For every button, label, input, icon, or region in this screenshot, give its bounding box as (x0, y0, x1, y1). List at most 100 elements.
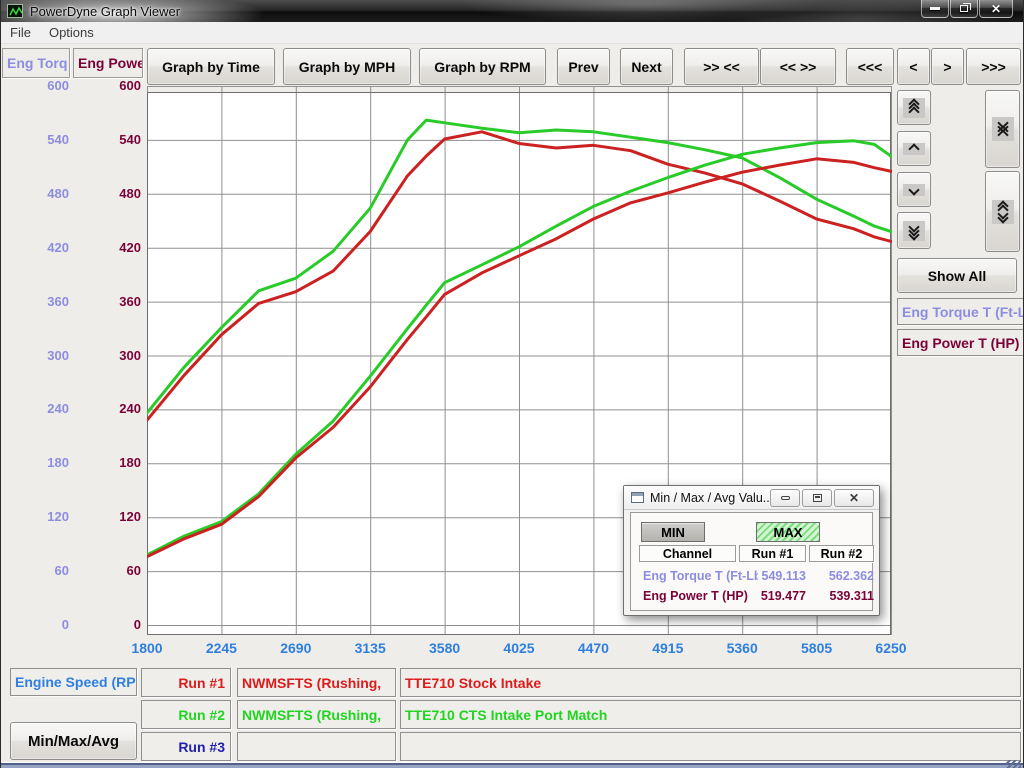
torque-channel-label[interactable]: Eng Torque T (Ft-Lbs) (897, 298, 1024, 325)
column-header-run1[interactable]: Run #1 (739, 545, 806, 562)
y-tick-torque-540: 540 (25, 132, 69, 148)
zoom-out-vertical-button[interactable] (985, 171, 1020, 252)
scale-down-fast-button[interactable] (897, 212, 931, 249)
max-toggle-button[interactable]: MAX (756, 522, 820, 542)
menu-file[interactable]: File (1, 25, 40, 40)
show-all-button[interactable]: Show All (897, 258, 1017, 293)
run-operator-field-1[interactable]: NWMSFTS (Rushing, (237, 668, 396, 697)
minmax-value-run1: 519.477 (739, 589, 806, 603)
scale-up-fast-button[interactable] (897, 90, 931, 125)
run-operator-field-3[interactable] (237, 732, 396, 761)
run-comment-field-2[interactable]: TTE710 CTS Intake Port Match (400, 700, 1021, 729)
x-tick-1800: 1800 (117, 640, 177, 656)
y-tick-torque-300: 300 (25, 348, 69, 364)
toolbar-button-[interactable]: >>> (966, 48, 1021, 85)
x-channel-field: Engine Speed (RPM) (10, 668, 137, 696)
y-tick-torque-120: 120 (25, 509, 69, 525)
x-tick-2690: 2690 (266, 640, 326, 656)
y-tick-torque-480: 480 (25, 186, 69, 202)
scale-down-button[interactable] (897, 172, 931, 207)
y-tick-power-240: 240 (97, 401, 141, 417)
menu-bar: File Options (1, 22, 1024, 44)
toolbar-button-[interactable]: <<< (846, 48, 894, 85)
resize-grip[interactable] (1006, 760, 1021, 768)
y-tick-power-540: 540 (97, 132, 141, 148)
y-tick-torque-420: 420 (25, 240, 69, 256)
toolbar-button-graph-by-mph[interactable]: Graph by MPH (283, 48, 411, 85)
chevron-stack-icon (992, 117, 1014, 141)
y-tick-torque-0: 0 (25, 617, 69, 633)
x-tick-4025: 4025 (489, 640, 549, 656)
minimize-icon (781, 496, 790, 500)
column-header-channel[interactable]: Channel (639, 545, 736, 562)
window-title: PowerDyne Graph Viewer (30, 4, 180, 19)
min-toggle-button[interactable]: MIN (641, 522, 705, 542)
restore-icon (960, 5, 968, 12)
scale-up-button[interactable] (897, 131, 931, 166)
y-tick-power-360: 360 (97, 294, 141, 310)
column-header-run2[interactable]: Run #2 (809, 545, 874, 562)
run-label-2: Run #2 (141, 700, 231, 729)
run-comment-field-3[interactable] (400, 732, 1021, 761)
y-tick-torque-600: 600 (25, 78, 69, 94)
toolbar-button-[interactable]: >> << (684, 48, 759, 85)
x-tick-5805: 5805 (787, 640, 847, 656)
power-channel-label[interactable]: Eng Power T (HP) (897, 329, 1024, 356)
y-tick-power-120: 120 (97, 509, 141, 525)
maximize-icon (813, 494, 822, 502)
x-tick-3580: 3580 (415, 640, 475, 656)
window-bottom-border (1, 762, 1024, 768)
y-tick-torque-240: 240 (25, 401, 69, 417)
y-tick-power-420: 420 (97, 240, 141, 256)
minmax-window-body: MIN MAX Channel Run #1 Run #2 Eng Torque… (630, 512, 873, 611)
title-bar: PowerDyne Graph Viewer ✕ (1, 0, 1024, 22)
minmax-close-button[interactable]: ✕ (834, 489, 874, 507)
minmax-maximize-button[interactable] (802, 489, 832, 507)
y-tick-power-300: 300 (97, 348, 141, 364)
chevron-stack-icon (992, 200, 1014, 224)
toolbar-button-graph-by-time[interactable]: Graph by Time (147, 48, 275, 85)
minmax-window[interactable]: Min / Max / Avg Valu... ✕ MIN MAX Channe… (623, 485, 880, 616)
close-icon: ✕ (849, 492, 859, 504)
toolbar-button-next[interactable]: Next (620, 48, 673, 85)
chevron-up-icon (908, 143, 919, 154)
menu-options[interactable]: Options (40, 25, 103, 40)
x-tick-3135: 3135 (340, 640, 400, 656)
minmax-value-run2: 539.311 (809, 589, 874, 603)
minmax-table-row: Eng Power T (HP)519.477539.311 (631, 589, 872, 605)
y-tick-power-480: 480 (97, 186, 141, 202)
restore-button[interactable] (950, 0, 978, 18)
minmax-table-row: Eng Torque T (Ft-Lbs)549.113562.362 (631, 569, 872, 585)
tab-eng-torque[interactable]: Eng Torq (2, 48, 70, 78)
y-tick-torque-60: 60 (25, 563, 69, 579)
min-max-avg-button[interactable]: Min/Max/Avg (10, 722, 137, 760)
chevron-down-icon (908, 184, 919, 195)
y-tick-torque-360: 360 (25, 294, 69, 310)
run-comment-field-1[interactable]: TTE710 Stock Intake (400, 668, 1021, 697)
x-tick-4915: 4915 (638, 640, 698, 656)
x-tick-5360: 5360 (712, 640, 772, 656)
x-tick-4470: 4470 (563, 640, 623, 656)
toolbar-button-prev[interactable]: Prev (557, 48, 610, 85)
zoom-in-vertical-button[interactable] (985, 90, 1020, 168)
minimize-button[interactable] (921, 0, 949, 18)
close-button[interactable]: ✕ (979, 0, 1013, 18)
minmax-value-run1: 549.113 (739, 569, 806, 583)
x-tick-2245: 2245 (191, 640, 251, 656)
run-label-1: Run #1 (141, 668, 231, 697)
minmax-window-title: Min / Max / Avg Valu... (650, 491, 773, 505)
run-operator-field-2[interactable]: NWMSFTS (Rushing, (237, 700, 396, 729)
chevron-stack-icon (903, 98, 925, 118)
toolbar-button-[interactable]: > (931, 48, 964, 85)
y-tick-power-600: 600 (97, 78, 141, 94)
toolbar-button-[interactable]: < (897, 48, 930, 85)
toolbar-button-graph-by-rpm[interactable]: Graph by RPM (419, 48, 546, 85)
y-tick-torque-180: 180 (25, 455, 69, 471)
minimize-icon (930, 7, 940, 10)
minmax-window-titlebar[interactable]: Min / Max / Avg Valu... ✕ (624, 486, 879, 510)
tab-eng-power[interactable]: Eng Power T (HP) (73, 48, 143, 78)
toolbar-button-[interactable]: << >> (760, 48, 836, 85)
minmax-minimize-button[interactable] (770, 489, 800, 507)
y-tick-power-0: 0 (97, 617, 141, 633)
app-icon (7, 4, 23, 18)
